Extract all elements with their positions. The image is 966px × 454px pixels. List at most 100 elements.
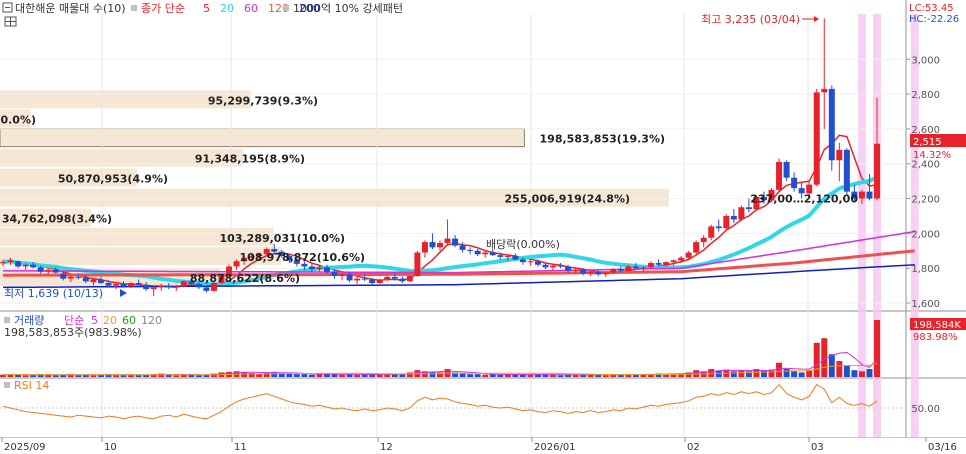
volume-bar (836, 361, 843, 377)
candle-body (323, 267, 330, 272)
candle-body (467, 249, 474, 251)
date-tick-label: 02 (687, 442, 700, 453)
candle-body (527, 261, 534, 263)
candle[interactable] (723, 214, 730, 230)
volume-bar (708, 369, 715, 377)
candle-body (813, 92, 820, 185)
price-tick-label: 1,800 (911, 264, 940, 275)
volume-bar (602, 375, 609, 377)
chart-canvas[interactable]: 3,0002,8002,6002,4002,2002,0001,8001,600… (0, 0, 966, 454)
price-tick-label: 2,400 (911, 160, 940, 171)
stock-chart-window: 3,000 2,800 2,600 2,400 2,200 2,000 1,800 1,600… (0, 0, 966, 454)
volume-bar (301, 374, 308, 377)
date-tick-label: 12 (380, 442, 393, 453)
low-price-annotation: 최저 1,639 (10/13) (4, 287, 103, 300)
volume-bar (376, 374, 383, 377)
volume-profile-extra: 237,00…2,120,00 (750, 193, 858, 206)
legend-square-icon (131, 5, 137, 11)
candle[interactable] (828, 85, 835, 171)
candle-body (135, 283, 142, 285)
date-tick-label: 11 (234, 442, 247, 453)
volume-bar (730, 371, 737, 377)
date-tick-label: 03/16 (928, 442, 957, 453)
candle-body (776, 162, 783, 190)
candle-body (429, 242, 436, 248)
volume-info-label: 198,583,853주(983.98%) (4, 326, 142, 339)
candle[interactable] (776, 158, 783, 192)
volume-bar (22, 375, 29, 377)
volume-bar (90, 375, 97, 377)
candle[interactable] (414, 250, 421, 277)
candle-body (874, 143, 880, 199)
candle-body (82, 277, 89, 282)
volume-bar (542, 374, 549, 377)
candle[interactable] (813, 88, 820, 187)
candle-body (836, 149, 843, 161)
candle-body (738, 207, 745, 220)
candle[interactable] (406, 275, 413, 283)
volume-bar (776, 362, 783, 377)
candle-body (180, 281, 187, 287)
candle-body (565, 266, 572, 271)
candle-body (474, 250, 481, 255)
volume-bar (843, 365, 850, 377)
candle-body (708, 226, 715, 238)
volume-bar (354, 374, 361, 377)
candle-body (354, 278, 361, 281)
high-price-annotation: 최고 3,235 (03/04) (701, 13, 800, 26)
volume-bar (813, 342, 820, 377)
window-background (0, 0, 966, 454)
candle-body (670, 260, 677, 263)
candle-body (632, 266, 639, 269)
candle-body (512, 256, 519, 260)
volume-bar (791, 371, 798, 377)
dividend-annotation: 배당락(0.00%) (486, 238, 560, 251)
candle-body (542, 264, 549, 268)
candle[interactable] (180, 280, 187, 288)
candle-body (715, 226, 722, 229)
candle-body (0, 262, 6, 264)
candle-body (7, 260, 14, 263)
candle-body (693, 242, 700, 253)
volume-bar (851, 370, 858, 377)
candle-body (550, 265, 557, 268)
ma-legend-period: 20 (220, 2, 234, 15)
candle-body (783, 162, 790, 178)
chart-title: 대한해운 매물대 수(10) (15, 1, 126, 15)
candle[interactable] (738, 205, 745, 222)
candle-body (602, 272, 609, 275)
volume-bar (806, 370, 813, 377)
date-tick-label: 2026/01 (534, 442, 576, 453)
volume-profile-label: 255,006,919(24.8%) (505, 193, 630, 206)
candle[interactable] (693, 240, 700, 255)
volume-bar (135, 375, 142, 377)
volume-bar (308, 374, 315, 377)
candle-body (67, 276, 74, 279)
candle-body (369, 279, 376, 284)
current-price-label: 2,515 (913, 137, 942, 148)
candle-body (165, 285, 172, 288)
volume-bar (173, 375, 180, 377)
volume-profile-label: 103,289,031(10.0%) (220, 232, 345, 245)
volume-bar (519, 374, 526, 377)
volume-profile-bar (0, 128, 525, 148)
ma-legend-period: 60 (244, 2, 258, 15)
candle-body (489, 252, 496, 256)
hc-readout: HC:-22.26 (909, 14, 959, 25)
legend-square-icon (4, 382, 10, 388)
candle-body (173, 286, 180, 288)
candle-body (655, 262, 662, 265)
candle[interactable] (843, 148, 850, 196)
candle-body (376, 279, 383, 284)
volume-bar (286, 373, 293, 377)
candle-body (203, 287, 210, 291)
candle-body (391, 276, 398, 279)
candle-body (143, 284, 150, 290)
volume-bar (866, 369, 873, 377)
candle-body (534, 261, 541, 265)
candle-body (595, 271, 602, 275)
candle-body (685, 252, 692, 258)
candle-body (406, 276, 413, 282)
candle-body (557, 265, 564, 267)
volume-bar (15, 374, 22, 377)
